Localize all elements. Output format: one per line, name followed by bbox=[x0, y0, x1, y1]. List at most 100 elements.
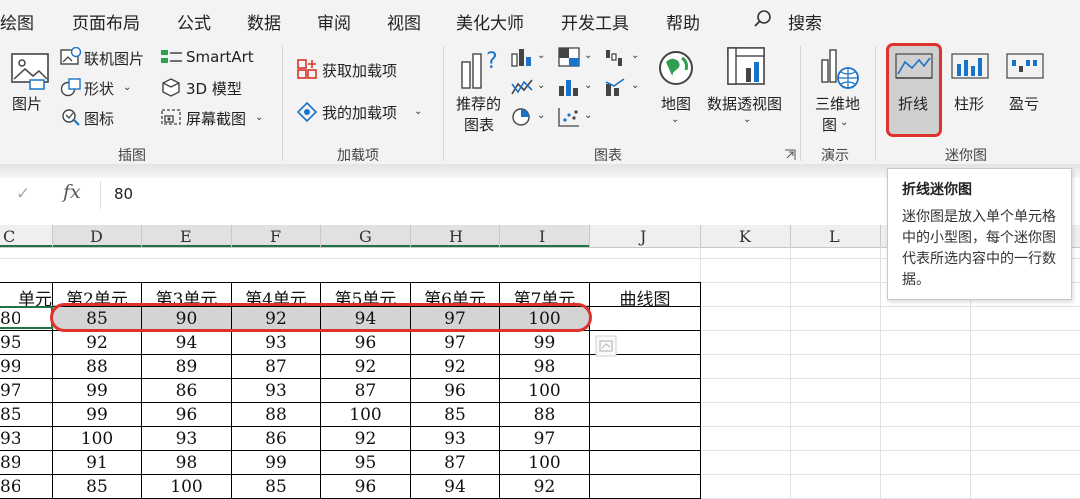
shapes-icon[interactable] bbox=[60, 77, 82, 97]
column-divider[interactable] bbox=[320, 225, 321, 247]
dialog-launcher-icon[interactable] bbox=[784, 149, 796, 161]
table-cell[interactable]: 99 bbox=[53, 405, 141, 425]
column-header-k[interactable]: K bbox=[739, 227, 751, 246]
my-addins-dropdown-icon[interactable]: ⌄ bbox=[414, 106, 422, 117]
table-cell[interactable]: 99 bbox=[232, 453, 320, 473]
column-divider[interactable] bbox=[589, 225, 590, 247]
table-cell[interactable]: 87 bbox=[321, 381, 410, 401]
get-addins-icon[interactable] bbox=[296, 58, 318, 80]
table-cell[interactable]: 85 bbox=[53, 477, 141, 497]
sparkline-line-icon[interactable] bbox=[894, 50, 934, 84]
screenshot-button[interactable]: 屏幕截图 bbox=[186, 108, 246, 129]
menu-formulas[interactable]: 公式 bbox=[177, 9, 211, 34]
table-cell[interactable]: 88 bbox=[500, 405, 589, 425]
statistic-chart-dropdown-icon[interactable]: ⌄ bbox=[584, 80, 592, 91]
table-cell[interactable]: 93 bbox=[232, 381, 320, 401]
column-divider[interactable] bbox=[141, 225, 142, 247]
column-divider[interactable] bbox=[499, 225, 500, 247]
column-header-i[interactable]: I bbox=[539, 227, 545, 246]
table-cell[interactable]: 96 bbox=[411, 381, 499, 401]
column-header-j[interactable]: J bbox=[640, 227, 646, 246]
column-header-f[interactable]: F bbox=[270, 227, 281, 246]
table-cell[interactable]: 96 bbox=[321, 333, 410, 353]
table-cell[interactable]: 100 bbox=[500, 453, 589, 473]
table-cell[interactable]: 100 bbox=[500, 381, 589, 401]
table-cell[interactable]: 93 bbox=[142, 429, 231, 449]
search-icon[interactable] bbox=[752, 8, 774, 30]
line-chart-icon[interactable] bbox=[510, 76, 534, 98]
table-cell[interactable]: 98 bbox=[500, 357, 589, 377]
picture-icon[interactable] bbox=[10, 52, 50, 90]
formula-value[interactable]: 80 bbox=[114, 185, 133, 203]
table-cell[interactable]: 88 bbox=[232, 405, 320, 425]
table-cell[interactable]: 99 bbox=[0, 357, 20, 377]
icons-icon[interactable] bbox=[60, 107, 82, 127]
smartart-button[interactable]: SmartArt bbox=[186, 48, 254, 66]
table-cell[interactable]: 89 bbox=[0, 453, 20, 473]
combo-chart-icon[interactable] bbox=[604, 76, 628, 98]
table-cell[interactable]: 93 bbox=[411, 429, 499, 449]
recommended-charts-button-line2[interactable]: 图表 bbox=[464, 114, 494, 135]
icons-button[interactable]: 图标 bbox=[84, 108, 114, 129]
column-header-c[interactable]: C bbox=[3, 227, 15, 246]
map-chart-dropdown-icon[interactable]: ⌄ bbox=[671, 114, 679, 125]
column-header-h[interactable]: H bbox=[449, 227, 463, 246]
sparkline-winloss-button[interactable]: 盈亏 bbox=[1009, 93, 1039, 114]
statistic-chart-icon[interactable] bbox=[557, 76, 581, 98]
sparkline-winloss-icon[interactable] bbox=[1005, 50, 1045, 84]
table-header-cell-sparkline[interactable]: 曲线图 bbox=[590, 285, 700, 310]
sparkline-column-icon[interactable] bbox=[950, 50, 990, 84]
table-cell[interactable]: 87 bbox=[232, 357, 320, 377]
table-cell[interactable]: 85 bbox=[411, 405, 499, 425]
3d-map-dropdown-icon[interactable]: ⌄ bbox=[840, 117, 848, 128]
line-chart-dropdown-icon[interactable]: ⌄ bbox=[537, 80, 545, 91]
3d-map-icon[interactable] bbox=[818, 46, 860, 90]
table-cell[interactable]: 87 bbox=[411, 453, 499, 473]
menu-help[interactable]: 帮助 bbox=[666, 9, 700, 34]
pivot-chart-dropdown-icon[interactable]: ⌄ bbox=[743, 114, 751, 125]
table-cell[interactable]: 96 bbox=[321, 477, 410, 497]
table-cell[interactable]: 100 bbox=[53, 429, 141, 449]
table-cell[interactable]: 92 bbox=[321, 429, 410, 449]
table-cell[interactable]: 98 bbox=[142, 453, 231, 473]
column-header-l[interactable]: L bbox=[829, 227, 840, 246]
menu-view[interactable]: 视图 bbox=[387, 9, 421, 34]
map-chart-button[interactable]: 地图 bbox=[661, 93, 691, 114]
column-chart-icon[interactable] bbox=[510, 46, 534, 68]
cube-3d-icon[interactable] bbox=[160, 77, 182, 97]
column-divider[interactable] bbox=[880, 225, 881, 247]
online-picture-icon[interactable] bbox=[60, 47, 82, 67]
table-cell[interactable]: 86 bbox=[232, 429, 320, 449]
column-chart-dropdown-icon[interactable]: ⌄ bbox=[537, 50, 545, 61]
scatter-chart-dropdown-icon[interactable]: ⌄ bbox=[584, 110, 592, 121]
table-cell[interactable]: 88 bbox=[53, 357, 141, 377]
combo-chart-dropdown-icon[interactable]: ⌄ bbox=[631, 80, 639, 91]
picture-button[interactable]: 图片 bbox=[12, 93, 42, 114]
table-cell[interactable]: 94 bbox=[411, 477, 499, 497]
menu-draw[interactable]: 绘图 bbox=[0, 9, 34, 34]
column-divider[interactable] bbox=[700, 225, 701, 247]
table-cell[interactable]: 95 bbox=[0, 333, 20, 353]
waterfall-chart-dropdown-icon[interactable]: ⌄ bbox=[631, 50, 639, 61]
map-chart-icon[interactable] bbox=[656, 48, 696, 88]
shapes-dropdown-icon[interactable]: ⌄ bbox=[123, 82, 131, 93]
column-header-d[interactable]: D bbox=[90, 227, 103, 246]
table-cell[interactable]: 97 bbox=[500, 429, 589, 449]
pivot-chart-icon[interactable] bbox=[726, 46, 770, 90]
menu-beautify[interactable]: 美化大师 bbox=[456, 9, 524, 34]
pie-chart-icon[interactable] bbox=[510, 106, 534, 128]
column-divider[interactable] bbox=[790, 225, 791, 247]
waterfall-chart-icon[interactable] bbox=[604, 46, 628, 68]
table-cell[interactable]: 92 bbox=[411, 357, 499, 377]
column-header-e[interactable]: E bbox=[180, 227, 192, 246]
table-cell[interactable]: 100 bbox=[142, 477, 231, 497]
quick-analysis-icon[interactable] bbox=[595, 335, 617, 357]
table-cell[interactable]: 100 bbox=[321, 405, 410, 425]
table-cell[interactable]: 93 bbox=[0, 429, 20, 449]
my-addins-icon[interactable] bbox=[296, 101, 318, 123]
recommended-charts-icon[interactable]: ? bbox=[460, 46, 502, 90]
smartart-icon[interactable] bbox=[160, 47, 184, 67]
hierarchy-chart-icon[interactable] bbox=[557, 46, 581, 68]
screenshot-dropdown-icon[interactable]: ⌄ bbox=[255, 112, 263, 123]
table-cell[interactable]: 92 bbox=[53, 333, 141, 353]
